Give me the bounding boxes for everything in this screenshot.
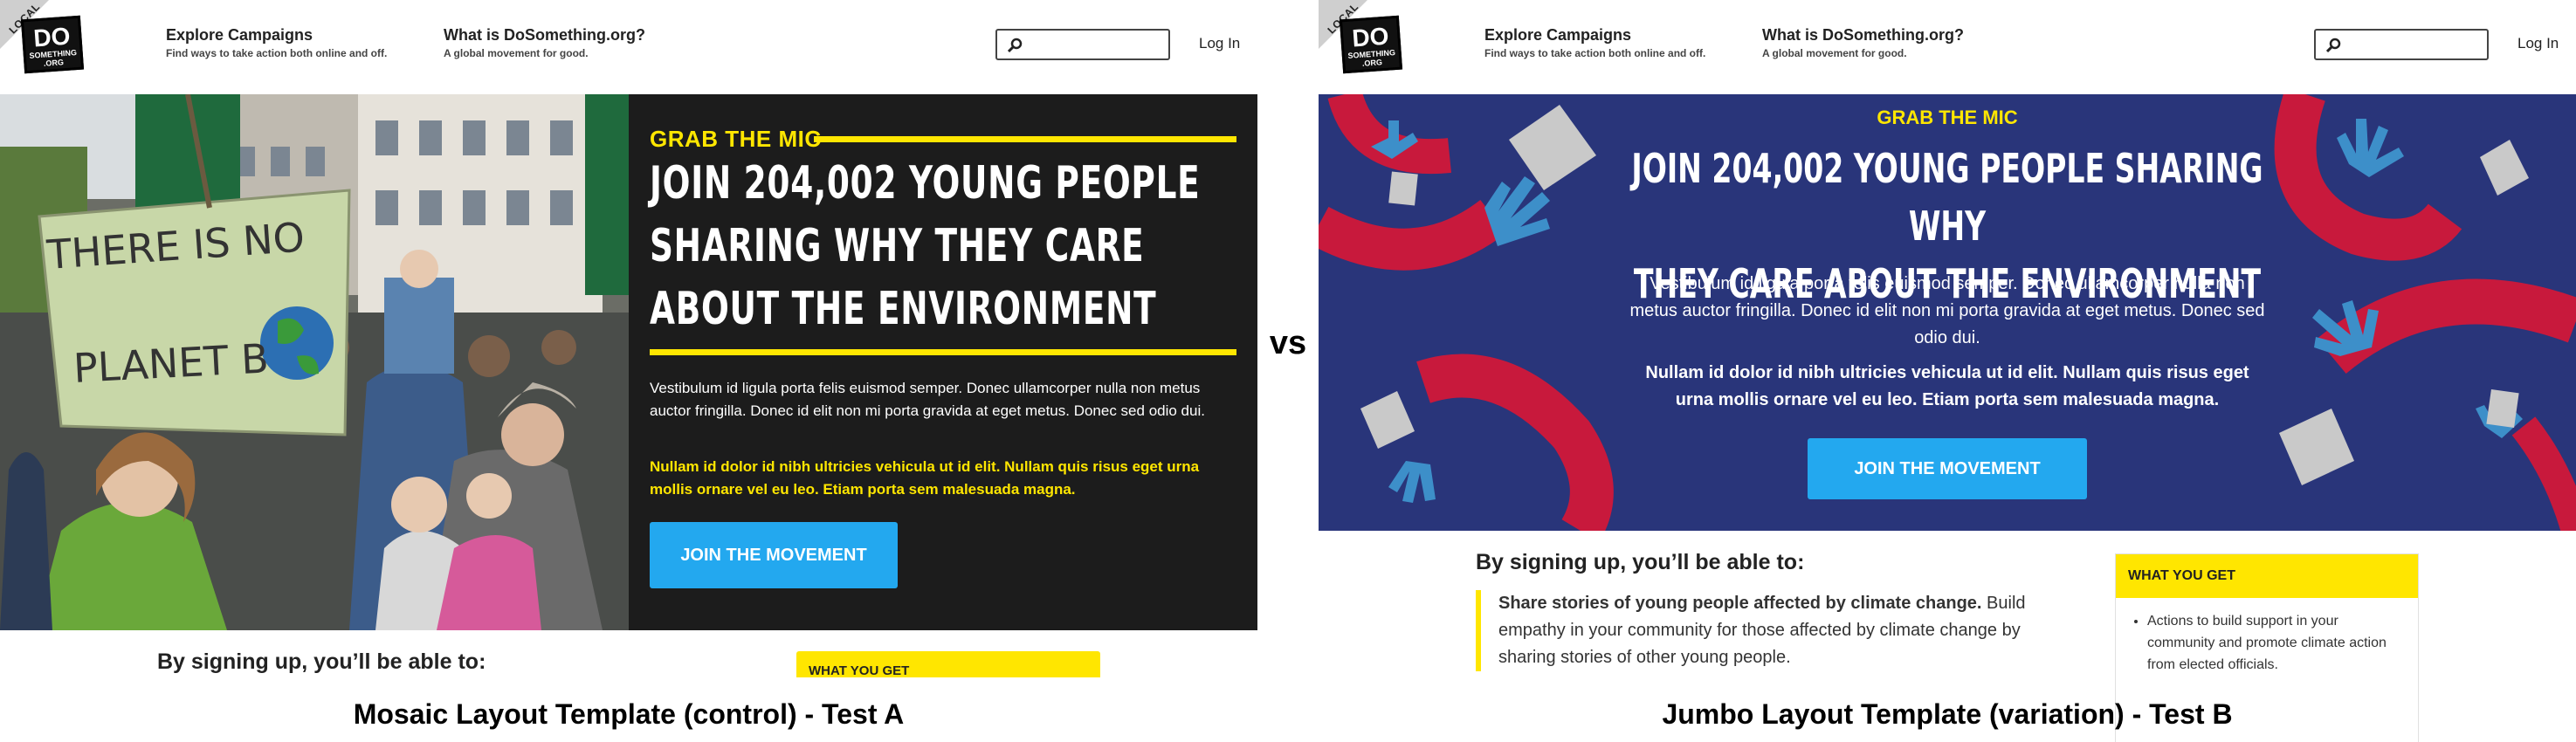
nav-explore-title: Explore Campaigns xyxy=(1484,26,1632,44)
headline-line-1: JOIN 204,002 YOUNG PEOPLE SHARING WHY xyxy=(1631,145,2263,250)
hero-photo-protest: THERE IS NO PLANET B xyxy=(0,94,629,630)
kicker-label: GRAB THE MIC xyxy=(650,126,822,152)
signup-heading: By signing up, you’ll be able to: xyxy=(1476,550,1805,574)
login-link[interactable]: Log In xyxy=(2517,35,2559,52)
kicker-label: GRAB THE MIC xyxy=(1877,106,2018,128)
headline-line-2: SHARING WHY THEY CARE xyxy=(650,220,1145,272)
nav-what-is[interactable]: What is DoSomething.org? A global moveme… xyxy=(444,26,645,59)
nav-explore-campaigns[interactable]: Explore Campaigns Find ways to take acti… xyxy=(166,26,387,59)
hero-bold-text: Nullam id dolor id nibh ultricies vehicu… xyxy=(650,458,1200,498)
kicker-rule xyxy=(814,136,1236,142)
nav-explore-campaigns[interactable]: Explore Campaigns Find ways to take acti… xyxy=(1484,26,1705,59)
caption-test-b: Jumbo Layout Template (variation) - Test… xyxy=(1662,698,2233,730)
nav-what-is-subtitle: A global movement for good. xyxy=(444,47,589,59)
nav-what-is-title: What is DoSomething.org? xyxy=(1762,26,1964,44)
search-input[interactable] xyxy=(2314,29,2489,60)
what-you-get-list: Actions to build support in your communi… xyxy=(2116,610,2392,676)
dosomething-logo[interactable]: DO SOMETHING .ORG xyxy=(20,15,85,74)
site-header: LOCAL DO SOMETHING .ORG Explore Campaign… xyxy=(1319,0,2576,94)
signup-heading: By signing up, you’ll be able to: xyxy=(157,649,486,674)
caption-test-a: Mosaic Layout Template (control) - Test … xyxy=(353,698,905,730)
what-you-get-item: Actions to build support in your communi… xyxy=(2147,610,2392,676)
nav-what-is-title: What is DoSomething.org? xyxy=(444,26,645,44)
share-stories-title: Share stories of young people affected b… xyxy=(1498,594,1982,613)
dosomething-logo[interactable]: DO SOMETHING .ORG xyxy=(1339,15,1403,74)
what-you-get-header: WHAT YOU GET xyxy=(2116,554,2418,598)
hero-bold-text: Nullam id dolor id nibh ultricies vehicu… xyxy=(1645,363,2249,409)
login-link[interactable]: Log In xyxy=(1199,35,1240,52)
what-you-get-header: WHAT YOU GET xyxy=(796,651,1100,678)
nav-what-is[interactable]: What is DoSomething.org? A global moveme… xyxy=(1762,26,1964,59)
logo-text-do: DO xyxy=(1351,22,1390,52)
test-b-panel: LOCAL DO SOMETHING .ORG Explore Campaign… xyxy=(1319,0,2576,742)
nav-explore-title: Explore Campaigns xyxy=(166,26,313,44)
join-movement-button[interactable]: JOIN THE MOVEMENT xyxy=(650,522,898,588)
site-header: LOCAL DO SOMETHING .ORG Explore Campaign… xyxy=(0,0,1257,94)
hero-headline: JOIN 204,002 YOUNG PEOPLE SHARING WHY TH… xyxy=(650,152,1216,340)
join-movement-button[interactable]: JOIN THE MOVEMENT xyxy=(1808,438,2087,499)
hero-content-panel: GRAB THE MIC JOIN 204,002 YOUNG PEOPLE S… xyxy=(629,94,1257,630)
test-a-panel: LOCAL DO SOMETHING .ORG Explore Campaign… xyxy=(0,0,1257,742)
logo-area[interactable]: LOCAL DO SOMETHING .ORG xyxy=(1319,0,1441,94)
hero-body-text: Vestibulum id ligula porta felis euismod… xyxy=(650,380,1205,419)
search-input[interactable] xyxy=(995,29,1170,60)
logo-area[interactable]: LOCAL DO SOMETHING .ORG xyxy=(0,0,122,94)
what-you-get-label: WHAT YOU GET xyxy=(809,663,910,678)
search-icon xyxy=(1008,38,1023,53)
what-you-get-label: WHAT YOU GET xyxy=(2128,568,2235,583)
nav-what-is-subtitle: A global movement for good. xyxy=(1762,47,1907,59)
share-stories-item: Share stories of young people affected b… xyxy=(1476,590,2075,671)
nav-explore-subtitle: Find ways to take action both online and… xyxy=(1484,47,1706,59)
headline-rule xyxy=(650,349,1236,355)
vs-label: vs xyxy=(1269,325,1307,361)
headline-line-1: JOIN 204,002 YOUNG PEOPLE xyxy=(650,157,1201,210)
search-icon xyxy=(2326,38,2341,53)
headline-line-3: ABOUT THE ENVIRONMENT xyxy=(650,283,1157,335)
nav-explore-subtitle: Find ways to take action both online and… xyxy=(166,47,388,59)
logo-text-do: DO xyxy=(32,22,72,52)
hero-banner: GRAB THE MIC JOIN 204,002 YOUNG PEOPLE S… xyxy=(1319,94,2576,531)
hero-body-text: Vestibulum id ligula porta felis euismod… xyxy=(1629,274,2265,347)
